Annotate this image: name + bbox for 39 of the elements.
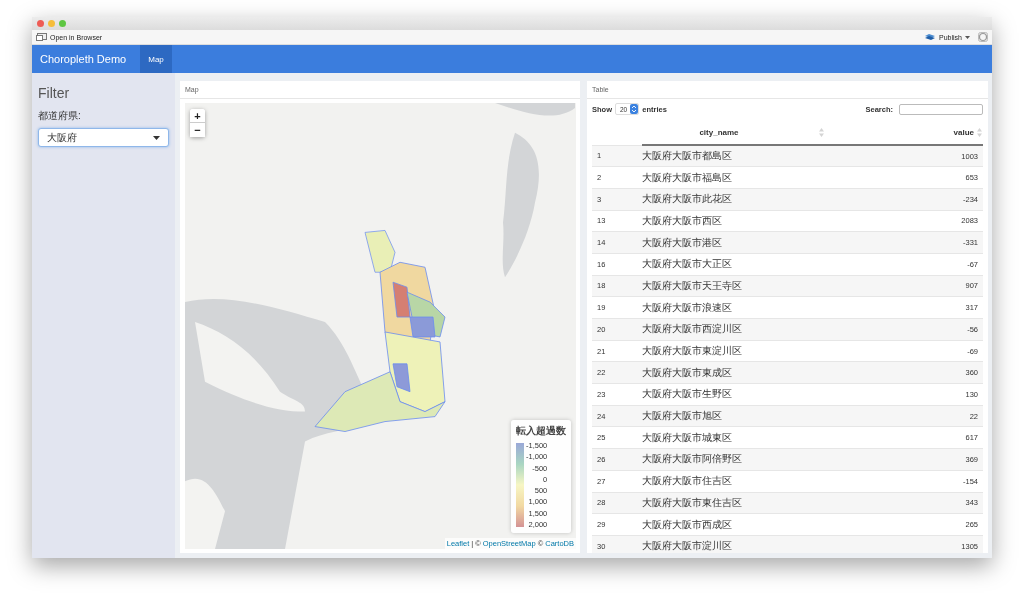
table-cell: 大阪府大阪市淀川区 bbox=[642, 535, 881, 553]
refresh-icon[interactable] bbox=[978, 32, 988, 42]
table-cell: 大阪府大阪市天王寺区 bbox=[642, 275, 881, 297]
table-cell: 大阪府大阪市旭区 bbox=[642, 405, 881, 427]
table-cell: 大阪府大阪市港区 bbox=[642, 231, 881, 254]
table-cell: 大阪府大阪市大正区 bbox=[642, 253, 881, 276]
table-cell: 大阪府大阪市城東区 bbox=[642, 426, 881, 449]
app-title: Choropleth Demo bbox=[40, 52, 128, 67]
field-label: 都道府県: bbox=[38, 109, 82, 123]
table-cell: 大阪府大阪市西成区 bbox=[642, 513, 881, 536]
table-cell: 大阪府大阪市東住吉区 bbox=[642, 492, 881, 514]
table-cell: 大阪府大阪市西区 bbox=[642, 210, 881, 232]
table-cell: 大阪府大阪市浪速区 bbox=[642, 296, 881, 319]
caret-icon bbox=[153, 135, 160, 140]
table-cell: 大阪府大阪市福島区 bbox=[642, 166, 881, 189]
sort-icon bbox=[977, 128, 982, 137]
caret-icon bbox=[965, 35, 970, 39]
stepper-icon bbox=[630, 104, 639, 114]
table-cell: 大阪府大阪市此花区 bbox=[642, 188, 881, 211]
prefecture-select[interactable]: 大阪府 bbox=[38, 128, 169, 147]
table-cell: 大阪府大阪市東成区 bbox=[642, 361, 881, 384]
search-field[interactable] bbox=[899, 103, 983, 115]
legend-title: 転入超過数 bbox=[516, 424, 566, 438]
zoom-icon[interactable] bbox=[59, 20, 66, 27]
minimize-icon[interactable] bbox=[48, 20, 55, 27]
sort-icon bbox=[818, 128, 824, 137]
table-cell: 大阪府大阪市生野区 bbox=[642, 383, 881, 406]
zoom-in-button[interactable]: + bbox=[190, 109, 205, 123]
nav-tab[interactable]: Map bbox=[140, 45, 172, 73]
browser-icon bbox=[36, 33, 47, 41]
table-cell: 大阪府大阪市西淀川区 bbox=[642, 318, 881, 341]
publish-icon bbox=[924, 33, 937, 41]
table-cell: 大阪府大阪市東淀川区 bbox=[642, 340, 881, 362]
table-cell: 大阪府大阪市都島区 bbox=[642, 145, 881, 167]
zoom-out-button[interactable]: − bbox=[190, 123, 205, 137]
table-cell: 大阪府大阪市住吉区 bbox=[642, 470, 881, 492]
close-icon[interactable] bbox=[37, 20, 44, 27]
table-cell: 大阪府大阪市阿倍野区 bbox=[642, 448, 881, 471]
sidebar-heading: Filter bbox=[38, 85, 71, 101]
